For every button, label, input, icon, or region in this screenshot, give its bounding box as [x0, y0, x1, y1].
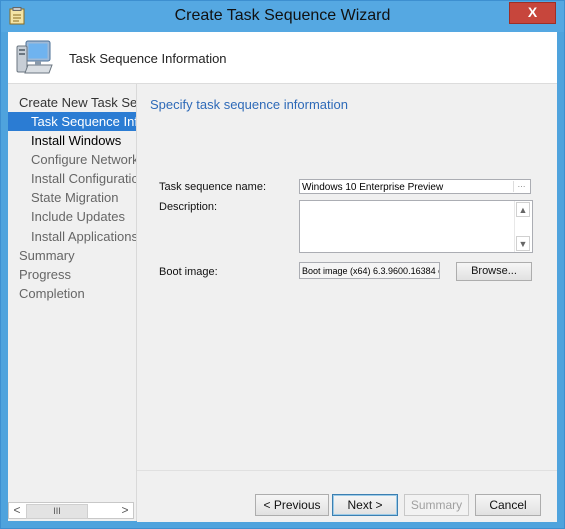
boot-image-value: Boot image (x64) 6.3.9600.16384 en-US: [302, 266, 439, 276]
close-icon: X: [527, 4, 538, 20]
nav-item-install-configuration-manager[interactable]: Install Configuration Manager: [8, 169, 136, 188]
boot-image-label: Boot image:: [159, 266, 218, 278]
nav-item-summary[interactable]: Summary: [8, 246, 75, 265]
wizard-content: Specify task sequence information Task s…: [137, 84, 557, 470]
scroll-left-icon[interactable]: <: [9, 503, 25, 518]
description-scrollbar[interactable]: ▲ ▼: [514, 201, 532, 252]
task-sequence-name-field[interactable]: Windows 10 Enterprise Preview ⋯: [299, 179, 531, 194]
browse-button[interactable]: Browse...: [456, 262, 532, 281]
scroll-thumb[interactable]: III: [26, 504, 88, 519]
nav-item-create-new-task-sequence[interactable]: Create New Task Sequence: [8, 93, 136, 112]
nav-item-progress[interactable]: Progress: [8, 265, 71, 284]
cancel-button[interactable]: Cancel: [475, 494, 541, 516]
field-spin-icon: ⋯: [513, 181, 529, 192]
task-sequence-name-value: Windows 10 Enterprise Preview: [302, 182, 444, 193]
scroll-right-icon[interactable]: >: [117, 503, 133, 518]
boot-image-field[interactable]: Boot image (x64) 6.3.9600.16384 en-US: [299, 262, 440, 279]
nav-horizontal-scrollbar[interactable]: < III >: [8, 502, 134, 519]
description-label: Description:: [159, 201, 218, 213]
summary-button[interactable]: Summary: [404, 494, 469, 516]
nav-item-task-sequence-information[interactable]: Task Sequence Information: [8, 112, 136, 131]
page-title: Task Sequence Information: [69, 51, 227, 66]
task-sequence-name-label: Task sequence name:: [159, 181, 267, 193]
previous-button[interactable]: < Previous: [255, 494, 329, 516]
title-bar[interactable]: Create Task Sequence Wizard X: [1, 1, 564, 32]
nav-item-include-updates[interactable]: Include Updates: [8, 207, 125, 226]
window-title: Create Task Sequence Wizard: [174, 7, 391, 24]
scroll-up-icon[interactable]: ▲: [516, 202, 530, 217]
description-field[interactable]: ▲ ▼: [299, 200, 533, 253]
nav-item-configure-network[interactable]: Configure Network: [8, 150, 136, 169]
close-button[interactable]: X: [509, 2, 556, 24]
wizard-navigation: Create New Task Sequence Task Sequence I…: [8, 84, 137, 521]
wizard-footer: < Previous Next > Summary Cancel: [137, 470, 557, 522]
computer-icon: [16, 40, 53, 74]
wizard-header: Task Sequence Information: [8, 32, 557, 84]
section-heading: Specify task sequence information: [150, 97, 348, 112]
wizard-client-area: Task Sequence Information Create New Tas…: [8, 32, 557, 522]
wizard-window: Create Task Sequence Wizard X Task Seque…: [0, 0, 565, 529]
next-button[interactable]: Next >: [332, 494, 398, 516]
nav-item-install-applications[interactable]: Install Applications: [8, 227, 136, 246]
nav-item-completion[interactable]: Completion: [8, 284, 85, 303]
nav-item-state-migration[interactable]: State Migration: [8, 188, 118, 207]
scroll-down-icon[interactable]: ▼: [516, 236, 530, 251]
nav-item-install-windows[interactable]: Install Windows: [8, 131, 121, 150]
